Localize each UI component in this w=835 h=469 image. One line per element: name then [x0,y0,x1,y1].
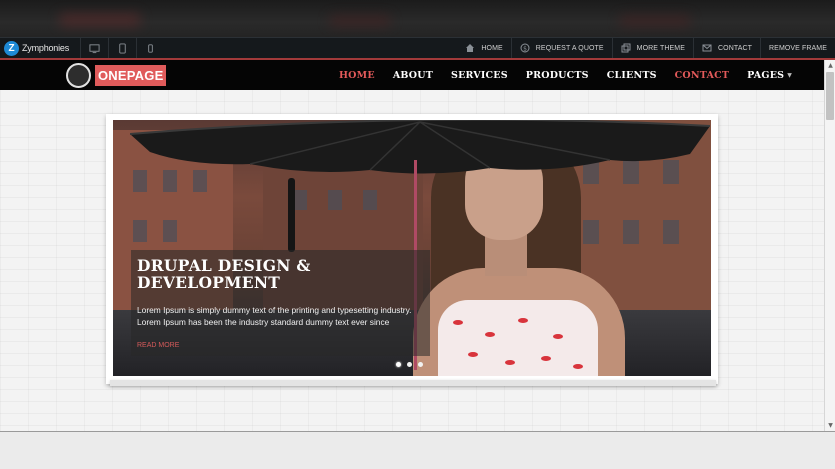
mobile-view-button[interactable] [136,38,164,58]
scroll-down-arrow-icon[interactable]: ▼ [825,420,835,431]
read-more-link[interactable]: READ MORE [137,342,179,349]
slider-dot-3[interactable] [418,362,423,367]
svg-text:$: $ [523,46,527,53]
menu-item-home[interactable]: HOME [339,70,375,81]
menu-item-services[interactable]: SERVICES [451,70,508,81]
mobile-icon [148,43,153,53]
tablet-icon [119,42,126,54]
zymphonies-logo-icon: Z [4,40,19,56]
demo-frame-bar: Z Zymphonies HOME $ REQUEST A QUOTE MORE… [0,37,835,60]
tablet-view-button[interactable] [108,38,136,58]
slider-dot-2[interactable] [407,362,412,367]
frame-link-label: HOME [481,44,503,52]
menu-item-contact[interactable]: CONTACT [675,70,729,81]
desktop-icon [89,43,100,53]
menu-item-pages-wrap[interactable]: PAGES ▼ [747,70,792,81]
slider-title-line1: DRUPAL DESIGN & [137,256,311,275]
zymphonies-brand[interactable]: Z Zymphonies [0,38,80,58]
frame-link-label: REQUEST A QUOTE [535,44,604,52]
bottom-band [0,431,835,469]
scroll-up-arrow-icon[interactable]: ▲ [825,60,835,71]
frame-link-more-theme[interactable]: MORE THEME [611,38,693,58]
frame-link-home[interactable]: HOME [465,38,510,58]
site-menu: HOME ABOUT SERVICES PRODUCTS CLIENTS CON… [339,60,792,90]
umbrella-handle [288,178,295,252]
slider-text: Lorem Ipsum is simply dummy text of the … [137,304,437,328]
frame-link-request-quote[interactable]: $ REQUEST A QUOTE [510,38,612,58]
menu-item-pages[interactable]: PAGES [747,70,784,81]
frame-links: HOME $ REQUEST A QUOTE MORE THEME CONTAC… [465,38,835,58]
envelope-icon [702,44,712,52]
slider-text-line2: Lorem Ipsum has been the industry standa… [137,317,390,327]
home-icon [466,44,475,52]
copy-icon [621,43,631,53]
blurred-top-strip [0,0,835,37]
caret-down-icon: ▼ [787,71,792,79]
site-logo-circle-icon[interactable] [66,63,91,88]
slider-pager [396,362,429,367]
slider-title-line2: DEVELOPMENT [137,273,281,292]
slider-card-shadow [110,380,716,386]
brand-name: Zymphonies [22,43,70,53]
umbrella-graphic [129,118,711,180]
frame-link-label: REMOVE FRAME [769,44,827,52]
scroll-thumb[interactable] [826,72,834,120]
frame-link-remove-frame[interactable]: REMOVE FRAME [760,38,835,58]
frame-link-label: MORE THEME [636,44,685,52]
menu-item-products[interactable]: PRODUCTS [526,70,589,81]
quote-icon: $ [520,43,530,53]
page-scrollbar[interactable]: ▲ ▼ [824,60,835,431]
menu-item-clients[interactable]: CLIENTS [607,70,657,81]
browser-viewport: Z Zymphonies HOME $ REQUEST A QUOTE MORE… [0,0,835,469]
frame-link-contact[interactable]: CONTACT [693,38,760,58]
frame-link-label: CONTACT [718,44,753,52]
slider-title: DRUPAL DESIGN & DEVELOPMENT [137,257,407,291]
desktop-view-button[interactable] [80,38,108,58]
site-logo-text[interactable]: ONEPAGE [95,65,167,86]
slider-text-line1: Lorem Ipsum is simply dummy text of the … [137,305,412,315]
menu-item-about[interactable]: ABOUT [393,70,433,81]
slider-dot-1[interactable] [396,362,401,367]
site-navbar: ONEPAGE HOME ABOUT SERVICES PRODUCTS CLI… [0,60,824,90]
